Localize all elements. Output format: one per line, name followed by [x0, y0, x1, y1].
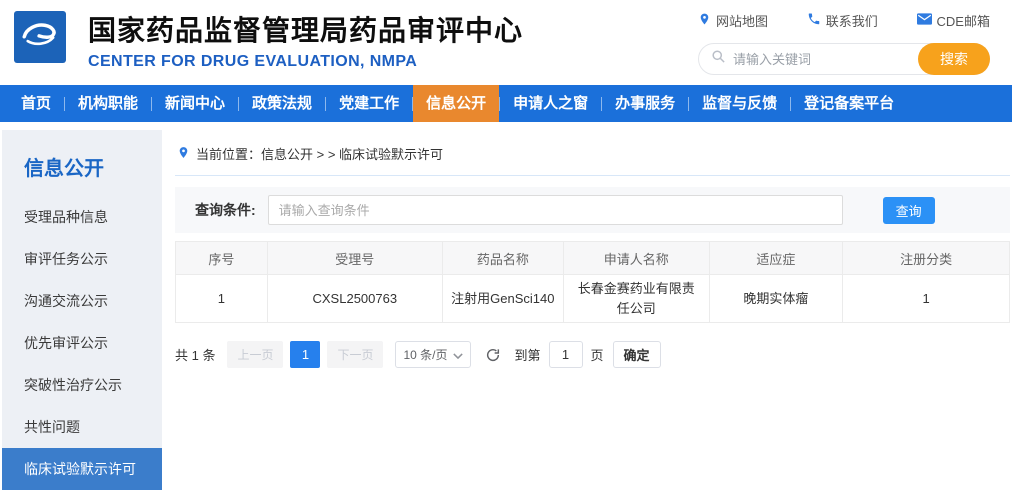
cde-logo [14, 11, 66, 63]
chevron-down-icon [452, 348, 463, 362]
location-pin-icon [698, 12, 711, 29]
pagination: 共 1 条 上一页 1 下一页 10 条/页 到第 页 确定 [175, 341, 1010, 368]
table-row[interactable]: 1 CXSL2500763 注射用GenSci140 长春金赛药业有限责任公司 … [175, 274, 1010, 323]
sidebar-item-priority-review[interactable]: 优先审评公示 [2, 322, 162, 364]
sitemap-link-label: 网站地图 [716, 14, 769, 29]
nav-item-party-building[interactable]: 党建工作 [326, 85, 412, 122]
site-search-input[interactable] [733, 51, 918, 67]
total-count: 共 1 条 [175, 348, 216, 363]
sidebar-title: 信息公开 [24, 158, 104, 180]
col-header-indication: 适应症 [708, 241, 844, 275]
page-size-select[interactable]: 10 条/页 [395, 341, 471, 368]
main-content: 当前位置：信息公开 > > 临床试验默示许可 查询条件: 查询 序号 受理号 药… [162, 130, 1012, 468]
quick-links: 网站地图 联系我们 CDE邮箱 [698, 11, 990, 30]
nav-item-home[interactable]: 首页 [8, 85, 64, 122]
sidebar-item-review-tasks[interactable]: 审评任务公示 [2, 238, 162, 280]
table-header-row: 序号 受理号 药品名称 申请人名称 适应症 注册分类 [175, 241, 1010, 275]
goto-label: 到第 [514, 348, 541, 363]
phone-icon [807, 12, 821, 29]
contact-us-link-label: 联系我们 [825, 14, 878, 29]
cell-acceptance-no: CXSL2500763 [266, 274, 443, 323]
cell-registration-category: 1 [842, 274, 1010, 323]
cde-mailbox-link[interactable]: CDE邮箱 [916, 11, 990, 30]
nav-item-info-disclosure[interactable]: 信息公开 [413, 85, 500, 122]
sidebar-item-common-issues[interactable]: 共性问题 [2, 406, 162, 448]
col-header-serial: 序号 [175, 241, 268, 275]
site-search-button[interactable]: 搜索 [918, 43, 990, 75]
sitemap-link[interactable]: 网站地图 [698, 11, 768, 30]
location-pin-icon [177, 145, 190, 163]
col-header-acceptance-no: 受理号 [266, 241, 443, 275]
confirm-button[interactable]: 确定 [612, 341, 661, 368]
query-input[interactable] [267, 195, 843, 225]
query-bar: 查询条件: 查询 [175, 187, 1010, 233]
current-page-button[interactable]: 1 [290, 341, 321, 368]
nav-item-applicant-window[interactable]: 申请人之窗 [500, 85, 601, 122]
sidebar-item-clinical-trial-implied-license[interactable]: 临床试验默示许可 [2, 448, 162, 490]
nav-item-supervision-feedback[interactable]: 监督与反馈 [689, 85, 790, 122]
refresh-icon[interactable] [485, 347, 501, 363]
cell-drug-name: 注射用GenSci140 [441, 274, 564, 323]
col-header-drug-name: 药品名称 [441, 241, 564, 275]
search-icon [711, 49, 726, 69]
cell-indication: 晚期实体瘤 [708, 274, 844, 323]
sidebar: 信息公开 受理品种信息 审评任务公示 沟通交流公示 优先审评公示 突破性治疗公示… [2, 130, 162, 490]
query-label: 查询条件: [195, 202, 256, 218]
site-titles: 国家药品监督管理局药品审评中心 CENTER FOR DRUG EVALUATI… [88, 9, 523, 71]
cell-applicant-name: 长春金赛药业有限责任公司 [562, 274, 710, 323]
nav-item-organization[interactable]: 机构职能 [65, 85, 151, 122]
sidebar-item-accepted-varieties[interactable]: 受理品种信息 [2, 196, 162, 238]
breadcrumb: 当前位置：信息公开 > > 临床试验默示许可 [175, 138, 1010, 176]
site-title: 国家药品监督管理局药品审评中心 [88, 15, 524, 46]
goto-page-input[interactable] [548, 341, 583, 368]
sidebar-item-breakthrough-therapy[interactable]: 突破性治疗公示 [2, 364, 162, 406]
contact-us-link[interactable]: 联系我们 [807, 11, 878, 30]
mail-icon [916, 13, 932, 28]
page-size-value: 10 条/页 [403, 348, 448, 362]
results-table: 序号 受理号 药品名称 申请人名称 适应症 注册分类 1 CXSL2500763… [175, 241, 1010, 323]
nav-item-registration-platform[interactable]: 登记备案平台 [791, 85, 907, 122]
header-right: 网站地图 联系我们 CDE邮箱 搜索 [698, 11, 990, 75]
sidebar-item-communication[interactable]: 沟通交流公示 [2, 280, 162, 322]
page-content: 信息公开 受理品种信息 审评任务公示 沟通交流公示 优先审评公示 突破性治疗公示… [0, 130, 1012, 490]
nav-item-news[interactable]: 新闻中心 [152, 85, 238, 122]
breadcrumb-text: 当前位置：信息公开 > > 临床试验默示许可 [196, 147, 444, 162]
main-nav: 首页 机构职能 新闻中心 政策法规 党建工作 信息公开 申请人之窗 办事服务 监… [0, 85, 1012, 122]
site-subtitle: CENTER FOR DRUG EVALUATION, NMPA [88, 53, 418, 70]
site-header: 国家药品监督管理局药品审评中心 CENTER FOR DRUG EVALUATI… [0, 0, 1012, 85]
cde-mailbox-link-label: CDE邮箱 [936, 14, 990, 29]
col-header-applicant-name: 申请人名称 [562, 241, 710, 275]
query-button[interactable]: 查询 [882, 196, 935, 224]
site-search: 搜索 [698, 43, 990, 75]
next-page-button[interactable]: 下一页 [327, 341, 384, 368]
swan-logo-icon [19, 14, 61, 61]
cell-serial: 1 [175, 274, 268, 323]
nav-item-policies[interactable]: 政策法规 [239, 85, 325, 122]
page-suffix: 页 [590, 348, 604, 363]
prev-page-button[interactable]: 上一页 [227, 341, 284, 368]
col-header-registration-category: 注册分类 [842, 241, 1010, 275]
nav-item-services[interactable]: 办事服务 [602, 85, 688, 122]
